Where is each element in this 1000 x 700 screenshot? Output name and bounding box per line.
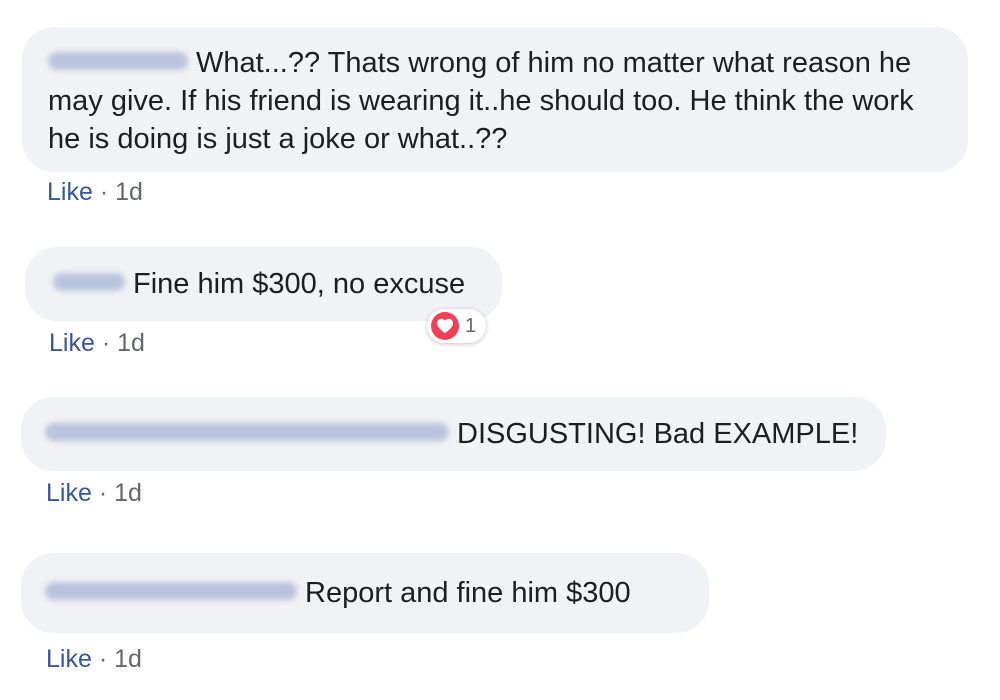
comment-2-reaction-badge[interactable]: 1 bbox=[427, 309, 487, 343]
comment-4-like-button[interactable]: Like bbox=[46, 645, 92, 673]
comment-2-separator: · bbox=[101, 329, 111, 357]
comment-4-text: Report and fine him $300 bbox=[305, 577, 631, 609]
comment-2-bubble: Fine him $300, no excuse bbox=[25, 247, 502, 321]
comment-4-meta: Like · 1d bbox=[46, 644, 142, 674]
comment-3-separator: · bbox=[98, 479, 108, 507]
comment-3-timestamp[interactable]: 1d bbox=[114, 479, 142, 507]
comment-2-meta: Like · 1d bbox=[49, 328, 145, 358]
comment-3-meta: Like · 1d bbox=[46, 478, 142, 508]
comment-1-meta: Like · 1d bbox=[47, 177, 143, 207]
comment-1-timestamp[interactable]: 1d bbox=[115, 178, 143, 206]
comment-2-author-name[interactable] bbox=[53, 273, 125, 292]
comment-3-author-name[interactable] bbox=[45, 423, 449, 442]
comment-1-author-name[interactable] bbox=[48, 52, 188, 71]
comment-4-separator: · bbox=[98, 645, 108, 673]
comment-1-like-button[interactable]: Like bbox=[47, 178, 93, 206]
comment-1-bubble: What...?? Thats wrong of him no matter w… bbox=[22, 27, 968, 172]
comment-4-timestamp[interactable]: 1d bbox=[114, 645, 142, 673]
comment-3-like-button[interactable]: Like bbox=[46, 479, 92, 507]
heart-icon bbox=[431, 312, 459, 340]
comment-3-text: DISGUSTING! Bad EXAMPLE! bbox=[457, 418, 859, 450]
comment-4-bubble: Report and fine him $300 bbox=[21, 553, 709, 633]
comment-2-timestamp[interactable]: 1d bbox=[117, 329, 145, 357]
comment-2-like-button[interactable]: Like bbox=[49, 329, 95, 357]
comment-2-reaction-count: 1 bbox=[465, 314, 477, 337]
comment-3-bubble: DISGUSTING! Bad EXAMPLE! bbox=[21, 397, 886, 471]
comment-4-author-name[interactable] bbox=[45, 582, 297, 601]
comment-1-separator: · bbox=[99, 178, 109, 206]
comment-2-text: Fine him $300, no excuse bbox=[133, 268, 466, 300]
